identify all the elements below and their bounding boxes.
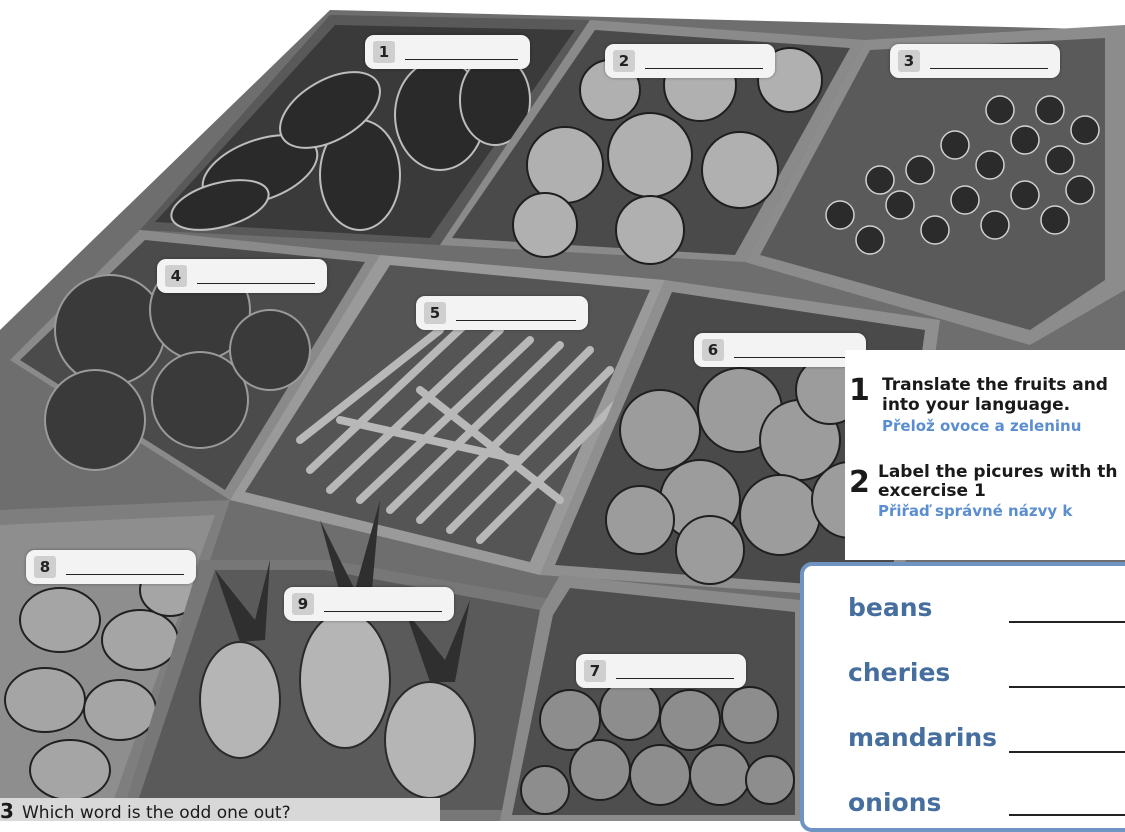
label-number: 6: [702, 339, 724, 361]
answer-line: [197, 283, 315, 284]
label-number: 8: [34, 556, 56, 578]
label-box-3[interactable]: 3: [890, 44, 1060, 78]
label-number: 1: [373, 41, 395, 63]
exercise-2-translation: Přiřaď správné názvy k: [878, 502, 1073, 520]
word-answer-line[interactable]: [1009, 686, 1125, 688]
label-box-2[interactable]: 2: [605, 44, 775, 78]
exercise-3-bar: 3 Which word is the odd one out?: [0, 798, 440, 821]
exercise-2-line-1: Label the picures with th: [878, 462, 1118, 482]
word-mandarins: mandarins: [848, 723, 998, 752]
crate-mandarins: [500, 575, 800, 821]
exercise-3-question: Which word is the odd one out?: [22, 803, 291, 821]
exercise-1-translation: Přelož ovoce a zeleninu: [882, 417, 1082, 435]
label-box-8[interactable]: 8: [26, 550, 196, 584]
label-number: 2: [613, 50, 635, 72]
word-answer-line[interactable]: [1009, 621, 1125, 623]
word-answer-line[interactable]: [1009, 751, 1125, 753]
label-number: 3: [898, 50, 920, 72]
label-number: 5: [424, 302, 446, 324]
answer-line: [456, 320, 576, 321]
label-number: 4: [165, 265, 187, 287]
answer-line: [405, 59, 518, 60]
word-cheries: cheries: [848, 658, 951, 687]
answer-line: [930, 68, 1048, 69]
label-box-9[interactable]: 9: [284, 587, 454, 621]
word-answer-line[interactable]: [1009, 814, 1125, 816]
label-box-6[interactable]: 6: [694, 333, 866, 367]
answer-line: [324, 611, 442, 612]
answer-line: [66, 574, 184, 575]
exercise-2-number: 2: [849, 465, 870, 500]
exercise-1-line-1: Translate the fruits and: [882, 375, 1108, 395]
word-list-box: beans cheries mandarins onions: [800, 562, 1125, 832]
word-beans: beans: [848, 593, 933, 622]
answer-line: [734, 357, 854, 358]
exercise-3-number: 3: [0, 799, 14, 821]
label-number: 9: [292, 593, 314, 615]
answer-line: [645, 68, 763, 69]
label-box-4[interactable]: 4: [157, 259, 327, 293]
label-box-7[interactable]: 7: [576, 654, 746, 688]
exercise-1-line-2: into your language.: [882, 395, 1071, 415]
label-box-1[interactable]: 1: [365, 35, 530, 69]
word-onions: onions: [848, 788, 942, 817]
exercise-1-number: 1: [849, 373, 870, 408]
exercise-2-line-2: excercise 1: [878, 481, 986, 501]
label-box-5[interactable]: 5: [416, 296, 588, 330]
instructions-panel: 1 Translate the fruits and into your lan…: [845, 350, 1125, 560]
answer-line: [616, 678, 734, 679]
label-number: 7: [584, 660, 606, 682]
